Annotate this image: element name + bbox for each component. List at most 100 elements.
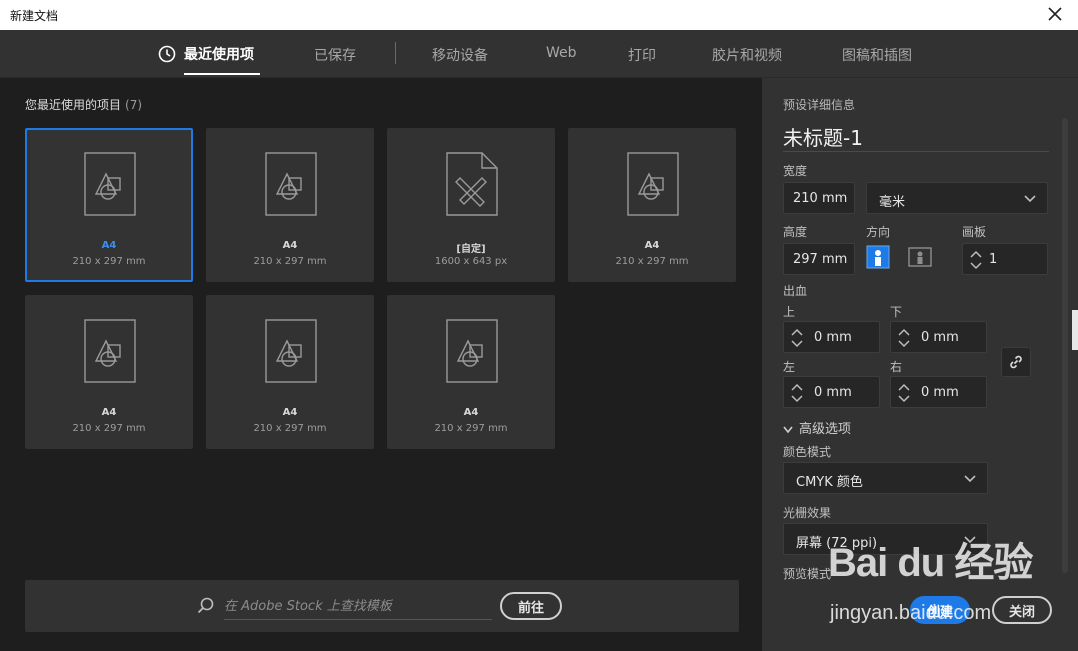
recent-count: (7) bbox=[125, 98, 143, 112]
document-shapes-icon bbox=[265, 319, 317, 383]
go-button[interactable]: 前往 bbox=[500, 592, 562, 620]
artboards-field[interactable]: 1 bbox=[962, 243, 1048, 275]
document-shapes-icon bbox=[627, 152, 679, 216]
item-size: 210 x 297 mm bbox=[615, 256, 689, 267]
recent-item-3[interactable]: [自定] 1600 x 643 px bbox=[387, 128, 555, 282]
tab-print[interactable]: 打印 bbox=[628, 45, 656, 65]
item-size: 210 x 297 mm bbox=[253, 423, 327, 434]
edge-strip bbox=[1072, 310, 1078, 350]
tab-web[interactable]: Web bbox=[546, 45, 577, 61]
stepper-icon[interactable] bbox=[897, 380, 911, 406]
stepper-icon[interactable] bbox=[897, 325, 911, 351]
tab-recent[interactable]: 最近使用项 bbox=[184, 44, 254, 64]
chevron-down-icon bbox=[783, 426, 793, 433]
item-size: 210 x 297 mm bbox=[72, 256, 146, 267]
width-label: 宽度 bbox=[783, 164, 808, 178]
document-shapes-icon bbox=[446, 319, 498, 383]
item-name: A4 bbox=[101, 407, 117, 418]
panel-scrollbar[interactable] bbox=[1062, 118, 1068, 573]
raster-effects-label: 光栅效果 bbox=[783, 506, 832, 520]
stepper-icon[interactable] bbox=[790, 325, 804, 351]
orientation-label: 方向 bbox=[866, 225, 891, 239]
bleed-left-label: 左 bbox=[783, 360, 796, 374]
advanced-options-label: 高级选项 bbox=[799, 422, 852, 437]
recent-item-1[interactable]: A4 210 x 297 mm bbox=[25, 128, 193, 282]
chevron-down-icon bbox=[963, 473, 977, 485]
landscape-orientation-icon[interactable] bbox=[908, 245, 932, 269]
raster-effects-value: 屏幕 (72 ppi) bbox=[796, 536, 878, 551]
stepper-icon[interactable] bbox=[969, 247, 983, 273]
artboards-label: 画板 bbox=[962, 225, 987, 239]
item-name: A4 bbox=[282, 240, 298, 251]
preset-header: 预设详细信息 bbox=[783, 98, 856, 112]
artboards-value: 1 bbox=[989, 252, 998, 267]
document-shapes-icon bbox=[84, 152, 136, 216]
color-mode-select[interactable]: CMYK 颜色 bbox=[783, 462, 988, 494]
bleed-right-label: 右 bbox=[890, 360, 903, 374]
clock-icon bbox=[158, 45, 176, 63]
advanced-options-toggle[interactable]: 高级选项 bbox=[783, 418, 851, 437]
stock-search-bar: 前往 bbox=[25, 580, 739, 632]
recent-title-text: 您最近使用的项目 bbox=[25, 98, 122, 112]
width-value: 210 mm bbox=[793, 191, 848, 206]
bleed-top-label: 上 bbox=[783, 305, 796, 319]
link-bleed-button[interactable] bbox=[1001, 347, 1031, 377]
active-tab-indicator bbox=[184, 73, 260, 75]
chevron-down-icon bbox=[963, 534, 977, 546]
bleed-top-field[interactable]: 0 mm bbox=[783, 321, 880, 353]
bleed-bottom-value: 0 mm bbox=[921, 330, 959, 345]
close-icon[interactable] bbox=[1046, 5, 1064, 23]
create-button[interactable]: 创建 bbox=[910, 596, 970, 624]
item-name: [自定] bbox=[456, 244, 486, 255]
bleed-bottom-label: 下 bbox=[890, 305, 903, 319]
recent-item-2[interactable]: A4 210 x 297 mm bbox=[206, 128, 374, 282]
color-mode-label: 颜色模式 bbox=[783, 445, 832, 459]
recent-section-title: 您最近使用的项目 (7) bbox=[25, 96, 142, 113]
bleed-bottom-field[interactable]: 0 mm bbox=[890, 321, 987, 353]
bleed-label: 出血 bbox=[783, 284, 808, 298]
preset-details-panel: 预设详细信息 未标题-1 宽度 210 mm 毫米 高度 297 mm 方向 画… bbox=[762, 78, 1078, 651]
bleed-right-value: 0 mm bbox=[921, 385, 959, 400]
portrait-orientation-icon[interactable] bbox=[866, 245, 890, 269]
link-icon bbox=[1010, 355, 1022, 369]
close-button[interactable]: 关闭 bbox=[992, 596, 1052, 624]
bleed-right-field[interactable]: 0 mm bbox=[890, 376, 987, 408]
item-name: A4 bbox=[463, 407, 479, 418]
document-name-field[interactable]: 未标题-1 bbox=[783, 122, 1049, 152]
item-size: 210 x 297 mm bbox=[253, 256, 327, 267]
item-size: 210 x 297 mm bbox=[72, 423, 146, 434]
chevron-down-icon bbox=[1023, 193, 1037, 205]
item-name: A4 bbox=[101, 240, 117, 251]
bleed-left-field[interactable]: 0 mm bbox=[783, 376, 880, 408]
width-field[interactable]: 210 mm bbox=[783, 182, 855, 214]
item-size: 210 x 297 mm bbox=[434, 423, 508, 434]
height-field[interactable]: 297 mm bbox=[783, 243, 855, 275]
document-ruler-pencil-icon bbox=[446, 152, 498, 216]
document-shapes-icon bbox=[84, 319, 136, 383]
stock-search-input[interactable] bbox=[224, 594, 492, 620]
tab-art-illustration[interactable]: 图稿和插图 bbox=[842, 45, 912, 65]
color-mode-value: CMYK 颜色 bbox=[796, 475, 863, 490]
unit-value: 毫米 bbox=[879, 195, 906, 210]
bleed-top-value: 0 mm bbox=[814, 330, 852, 345]
recent-item-5[interactable]: A4 210 x 297 mm bbox=[25, 295, 193, 449]
title-bar: 新建文档 bbox=[0, 0, 1078, 30]
recent-item-7[interactable]: A4 210 x 297 mm bbox=[387, 295, 555, 449]
tab-film-video[interactable]: 胶片和视频 bbox=[712, 45, 782, 65]
height-value: 297 mm bbox=[793, 252, 848, 267]
unit-select[interactable]: 毫米 bbox=[866, 182, 1048, 214]
item-name: A4 bbox=[644, 240, 660, 251]
window-title: 新建文档 bbox=[10, 9, 59, 23]
tab-saved[interactable]: 已保存 bbox=[314, 45, 356, 65]
bleed-left-value: 0 mm bbox=[814, 385, 852, 400]
tab-mobile[interactable]: 移动设备 bbox=[432, 45, 488, 65]
recent-panel: 您最近使用的项目 (7) A4 210 x 297 mm A4 210 x 297… bbox=[0, 78, 762, 651]
stepper-icon[interactable] bbox=[790, 380, 804, 406]
recent-item-4[interactable]: A4 210 x 297 mm bbox=[568, 128, 736, 282]
document-shapes-icon bbox=[265, 152, 317, 216]
raster-effects-select[interactable]: 屏幕 (72 ppi) bbox=[783, 523, 988, 555]
tab-divider bbox=[395, 42, 396, 64]
item-name: A4 bbox=[282, 407, 298, 418]
recent-item-6[interactable]: A4 210 x 297 mm bbox=[206, 295, 374, 449]
search-icon bbox=[197, 597, 215, 615]
